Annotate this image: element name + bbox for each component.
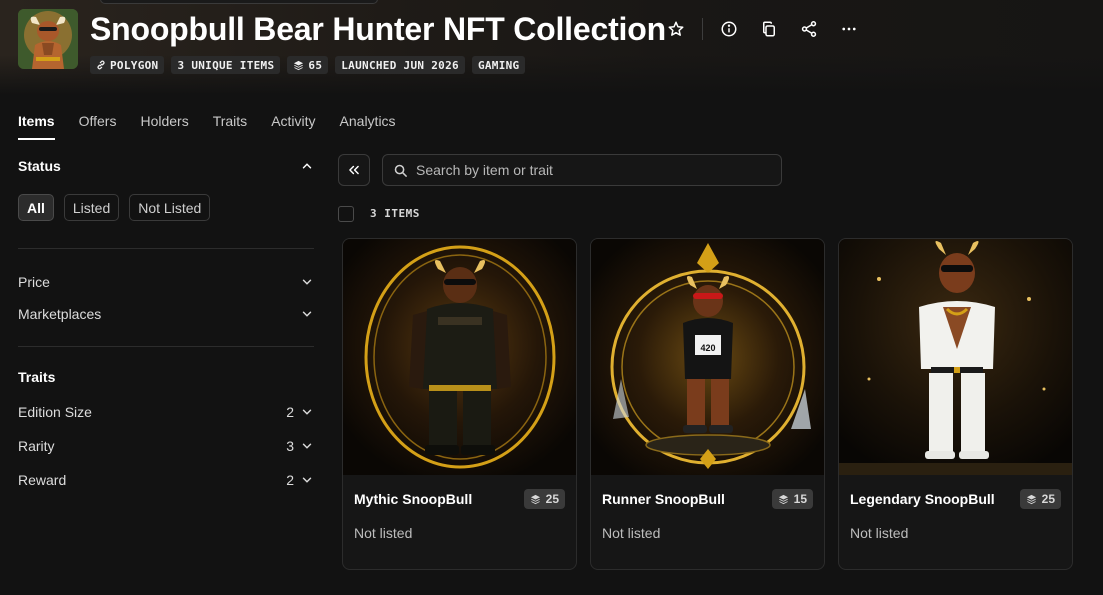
header-actions <box>664 17 861 41</box>
copy-icon[interactable] <box>757 17 781 41</box>
price-label: Price <box>18 274 50 290</box>
edition-count: 25 <box>545 492 559 506</box>
launch-label: LAUNCHED JUN 2026 <box>341 58 459 72</box>
trait-count: 3 <box>286 438 294 454</box>
chevron-down-icon <box>302 443 312 449</box>
trait-count: 2 <box>286 404 294 420</box>
unique-items-label: 3 UNIQUE ITEMS <box>177 58 275 72</box>
tab-holders[interactable]: Holders <box>140 112 188 140</box>
traits-section-header: Traits <box>18 361 314 393</box>
svg-text:420: 420 <box>700 343 715 353</box>
double-chevron-left-icon <box>349 165 359 175</box>
trait-edition-size[interactable]: Edition Size 2 <box>18 395 314 429</box>
listing-status: Not listed <box>354 525 413 541</box>
select-all-checkbox[interactable] <box>338 206 354 222</box>
tab-items[interactable]: Items <box>18 112 55 140</box>
item-card[interactable]: Legendary SnoopBull 25 Not listed <box>838 238 1073 570</box>
category-label: GAMING <box>477 58 520 72</box>
trait-rarity[interactable]: Rarity 3 <box>18 429 314 463</box>
item-name: Runner SnoopBull <box>602 491 725 507</box>
trait-label: Reward <box>18 472 67 488</box>
item-name: Legendary SnoopBull <box>850 491 995 507</box>
link-icon <box>97 60 105 70</box>
filter-sidebar: Status All Listed Not Listed Price Marke… <box>18 150 314 497</box>
edition-badge: 25 <box>1019 489 1061 509</box>
item-grid: Mythic SnoopBull 25 Not listed 420 Runne… <box>342 238 1073 570</box>
sidebar-divider <box>18 248 314 249</box>
tab-analytics[interactable]: Analytics <box>340 112 396 140</box>
launch-badge: LAUNCHED JUN 2026 <box>335 56 465 74</box>
traits-heading: Traits <box>18 369 56 385</box>
header-divider <box>702 18 703 40</box>
chevron-down-icon <box>302 279 312 285</box>
item-card[interactable]: 420 Runner SnoopBull 15 Not listed <box>590 238 825 570</box>
status-filter-group: All Listed Not Listed <box>18 194 314 221</box>
chevron-down-icon <box>302 409 312 415</box>
trait-reward[interactable]: Reward 2 <box>18 463 314 497</box>
collection-avatar <box>18 9 78 69</box>
supply-label: 65 <box>308 58 323 72</box>
status-all-button[interactable]: All <box>18 194 54 221</box>
more-icon[interactable] <box>837 17 861 41</box>
edition-badge: 15 <box>771 489 813 509</box>
chain-label: POLYGON <box>110 58 159 72</box>
item-image <box>343 239 576 475</box>
edition-badge: 25 <box>523 489 565 509</box>
marketplaces-label: Marketplaces <box>18 306 102 322</box>
trait-count: 2 <box>286 472 294 488</box>
marketplaces-filter[interactable]: Marketplaces <box>18 298 314 330</box>
collapse-sidebar-button[interactable] <box>338 154 370 186</box>
info-icon[interactable] <box>717 17 741 41</box>
sidebar-divider <box>18 346 314 347</box>
item-image <box>839 239 1072 475</box>
listing-status: Not listed <box>602 525 661 541</box>
chevron-down-icon <box>302 311 312 317</box>
edition-count: 25 <box>1041 492 1055 506</box>
item-card[interactable]: Mythic SnoopBull 25 Not listed <box>342 238 577 570</box>
category-badge: GAMING <box>471 56 526 74</box>
price-filter[interactable]: Price <box>18 266 314 298</box>
search-box <box>382 154 782 186</box>
status-heading: Status <box>18 158 61 174</box>
item-name: Mythic SnoopBull <box>354 491 473 507</box>
chain-badge: POLYGON <box>90 56 165 74</box>
top-bar-edge <box>100 0 378 4</box>
edition-count: 15 <box>793 492 807 506</box>
status-section-header[interactable]: Status <box>18 150 314 182</box>
chevron-up-icon <box>302 163 312 169</box>
item-image: 420 <box>591 239 824 475</box>
search-input[interactable] <box>416 162 756 178</box>
trait-label: Edition Size <box>18 404 92 420</box>
star-icon[interactable] <box>664 17 688 41</box>
items-count: 3 ITEMS <box>370 207 420 220</box>
tab-traits[interactable]: Traits <box>213 112 247 140</box>
listing-status: Not listed <box>850 525 909 541</box>
supply-badge: 65 <box>287 56 329 74</box>
collection-badges: POLYGON 3 UNIQUE ITEMS 65 LAUNCHED JUN 2… <box>90 56 526 74</box>
collection-title: Snoopbull Bear Hunter NFT Collection <box>90 11 666 47</box>
layers-icon <box>778 494 788 504</box>
layers-icon <box>1026 494 1036 504</box>
status-listed-button[interactable]: Listed <box>63 194 120 221</box>
tab-offers[interactable]: Offers <box>79 112 117 140</box>
share-icon[interactable] <box>797 17 821 41</box>
trait-label: Rarity <box>18 438 55 454</box>
tab-activity[interactable]: Activity <box>271 112 315 140</box>
status-not-listed-button[interactable]: Not Listed <box>129 194 211 221</box>
layers-icon <box>530 494 540 504</box>
chevron-down-icon <box>302 477 312 483</box>
collection-tabs: Items Offers Holders Traits Activity Ana… <box>18 112 396 140</box>
search-icon <box>394 164 407 177</box>
unique-items-badge: 3 UNIQUE ITEMS <box>171 56 281 74</box>
layers-icon <box>294 60 304 70</box>
